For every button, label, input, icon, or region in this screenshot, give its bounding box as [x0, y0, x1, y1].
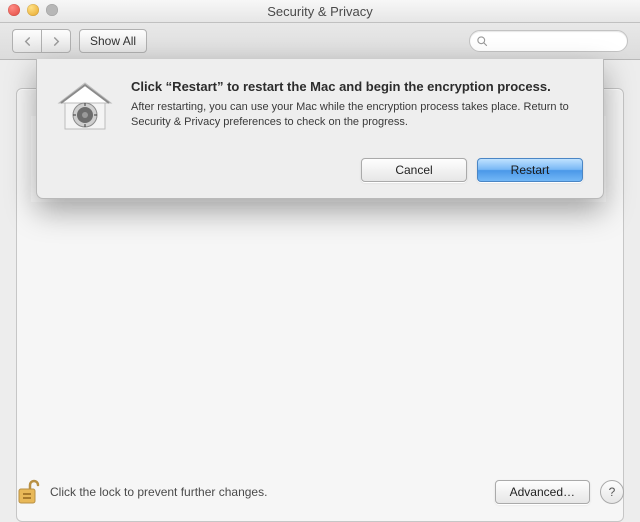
window-title: Security & Privacy: [267, 4, 372, 19]
help-button[interactable]: ?: [600, 480, 624, 504]
cancel-button[interactable]: Cancel: [361, 158, 467, 182]
show-all-label: Show All: [90, 34, 136, 48]
filevault-house-icon: [55, 79, 115, 142]
nav-back-button[interactable]: [12, 29, 41, 53]
chevron-right-icon: [52, 37, 61, 46]
restart-button-label: Restart: [511, 163, 550, 177]
close-window-button[interactable]: [8, 4, 20, 16]
minimize-window-button[interactable]: [27, 4, 39, 16]
search-icon: [476, 35, 488, 47]
zoom-window-button: [46, 4, 58, 16]
advanced-button-label: Advanced…: [510, 485, 575, 499]
restart-dialog: Click “Restart” to restart the Mac and b…: [36, 59, 604, 199]
pane-footer: Click the lock to prevent further change…: [0, 478, 640, 506]
nav-forward-button[interactable]: [41, 29, 71, 53]
dialog-heading: Click “Restart” to restart the Mac and b…: [131, 79, 583, 94]
show-all-button[interactable]: Show All: [79, 29, 147, 53]
advanced-button[interactable]: Advanced…: [495, 480, 590, 504]
nav-segment: [12, 29, 71, 53]
window-titlebar: Security & Privacy: [0, 0, 640, 23]
restart-button[interactable]: Restart: [477, 158, 583, 182]
lock-hint-text: Click the lock to prevent further change…: [50, 485, 485, 499]
lock-toggle[interactable]: [16, 478, 40, 506]
chevron-left-icon: [23, 37, 32, 46]
cancel-button-label: Cancel: [395, 163, 432, 177]
search-field[interactable]: [469, 30, 628, 52]
preferences-toolbar: Show All: [0, 23, 640, 60]
unlocked-lock-icon: [16, 478, 40, 506]
dialog-body: After restarting, you can use your Mac w…: [131, 100, 583, 131]
help-button-label: ?: [609, 485, 616, 499]
